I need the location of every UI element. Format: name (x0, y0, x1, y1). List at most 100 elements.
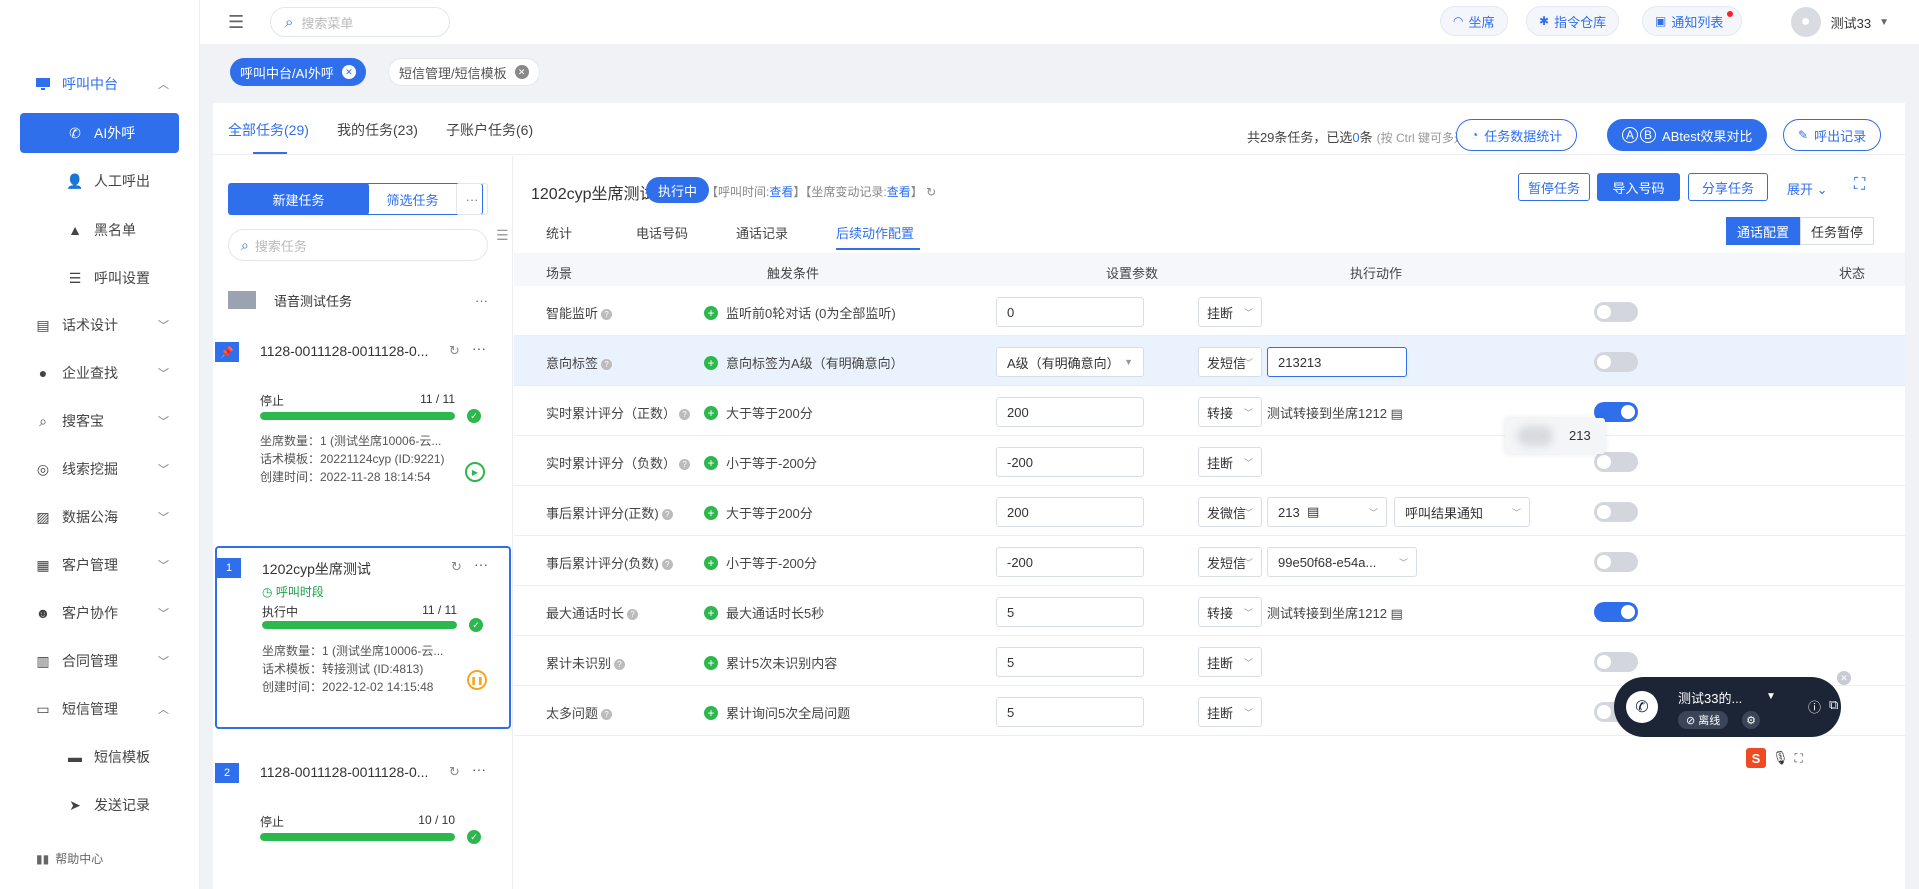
plus-icon[interactable]: + (704, 705, 718, 720)
help-icon[interactable]: ? (614, 659, 626, 670)
more-icon[interactable]: ··· (472, 340, 486, 356)
doc-icon[interactable]: ▤ (1391, 406, 1403, 421)
param-input[interactable]: -200 (996, 447, 1144, 477)
doc-icon[interactable]: ▤ (1391, 606, 1403, 621)
pause-icon[interactable]: ❚❚ (467, 670, 487, 690)
phone-icon[interactable]: ✆ (1626, 691, 1658, 723)
help-icon[interactable]: ? (601, 709, 613, 720)
status-toggle[interactable] (1594, 552, 1638, 572)
sidebar-item-send-records[interactable]: ➤ 发送记录 (0, 785, 199, 825)
page-tag-sms-template[interactable]: 短信管理/短信模板 ✕ (388, 58, 540, 86)
sidebar-item-customer-mgmt[interactable]: ▦ 客户管理 ﹀ (0, 545, 199, 585)
refresh-icon[interactable]: ↻ (451, 559, 462, 575)
seg-task-pause[interactable]: 任务暂停 (1800, 217, 1875, 245)
group-more-icon[interactable]: ··· (475, 293, 488, 308)
help-icon[interactable]: ? (661, 509, 673, 520)
sidebar-item-manual-call[interactable]: 👤 人工呼出 (0, 161, 199, 201)
param-input[interactable]: 0 (996, 297, 1144, 327)
expand-icon[interactable]: ⧉ (1829, 697, 1838, 713)
page-tag-ai-call[interactable]: 呼叫中台/AI外呼 ✕ (230, 58, 366, 86)
microphone-icon[interactable]: 🎙 (1772, 750, 1789, 766)
action-select[interactable]: 发微信 ﹀ (1198, 497, 1262, 527)
user-menu[interactable]: ● 测试33 ▼ (1790, 6, 1889, 38)
action-select[interactable]: 转接 ﹀ (1198, 397, 1262, 427)
help-icon[interactable]: ? (601, 309, 613, 320)
import-numbers-button[interactable]: 导入号码 (1597, 173, 1680, 201)
share-task-button[interactable]: 分享任务 (1688, 173, 1768, 201)
task-group-header[interactable]: 语音测试任务 ··· (228, 290, 488, 310)
sidebar-item-sms-mgmt[interactable]: ▭ 短信管理 ︿ (0, 689, 199, 729)
softphone-widget[interactable]: ✆ 测试33的... ▼ ⊘ 离线 ⚙ ⓘ ⧉ (1614, 677, 1841, 737)
sidebar-item-ai-call[interactable]: ✆ AI外呼 (20, 113, 179, 153)
abtest-button[interactable]: A B ABtest效果对比 (1607, 119, 1768, 151)
tab-call-records[interactable]: 通话记录 (736, 223, 788, 242)
sms-template-select[interactable]: 213213 (1267, 347, 1407, 377)
param-input[interactable]: 5 (996, 597, 1144, 627)
sms-template-select[interactable]: 99e50f68-e54a... ﹀ (1267, 547, 1417, 577)
action-select[interactable]: 转接 ﹀ (1198, 597, 1262, 627)
plus-icon[interactable]: + (704, 605, 718, 620)
help-icon[interactable]: ? (601, 359, 613, 370)
info-icon[interactable]: ⓘ (1808, 697, 1821, 716)
tab-my-tasks[interactable]: 我的任务(23) (337, 120, 418, 140)
plus-icon[interactable]: + (704, 405, 718, 420)
tab-follow-up-actions[interactable]: 后续动作配置 (836, 223, 914, 242)
close-icon[interactable]: ✕ (514, 65, 529, 79)
action-select[interactable]: 挂断 ﹀ (1198, 447, 1262, 477)
plus-icon[interactable]: + (704, 555, 718, 570)
param-input[interactable]: A级（有明确意向） ▼ (996, 347, 1144, 377)
task-card-selected[interactable]: 1 1202cyp坐席测试 ↻ ··· ◷ 呼叫时段 执行中 11 / 11 ✓ … (215, 546, 511, 729)
refresh-icon[interactable]: ↻ (449, 343, 460, 359)
close-icon[interactable]: ✕ (341, 65, 356, 79)
help-icon[interactable]: ? (661, 559, 673, 570)
plus-icon[interactable]: + (704, 355, 718, 370)
sidebar-item-call-settings[interactable]: ☰ 呼叫设置 (0, 258, 199, 298)
more-button[interactable]: ··· (456, 183, 488, 215)
status-toggle[interactable] (1594, 302, 1638, 322)
param-input[interactable]: 5 (996, 697, 1144, 727)
sogou-ime-icon[interactable]: S (1746, 748, 1766, 768)
sidebar-item-lead-mining[interactable]: ◎ 线索挖掘 ﹀ (0, 449, 199, 489)
status-toggle[interactable] (1594, 652, 1638, 672)
screenshot-icon[interactable]: ⛶ (1795, 751, 1803, 766)
sidebar-item-call-center[interactable]: 呼叫中台 ︿ (0, 64, 199, 104)
action-select[interactable]: 挂断 ﹀ (1198, 647, 1262, 677)
sidebar-item-soukebao[interactable]: ⌕ 搜客宝 ﹀ (0, 401, 199, 441)
notify-select[interactable]: 呼叫结果通知 ﹀ (1394, 497, 1530, 527)
tab-phone-numbers[interactable]: 电话号码 (636, 223, 688, 242)
more-icon[interactable]: ··· (472, 761, 486, 777)
sidebar-item-customer-collab[interactable]: ☻ 客户协作 ﹀ (0, 593, 199, 633)
status-toggle[interactable] (1594, 502, 1638, 522)
gear-icon[interactable]: ⚙ (1742, 711, 1760, 729)
help-center-link[interactable]: ▮▮ 帮助中心 (36, 850, 103, 867)
sidebar-item-data-sea[interactable]: ▨ 数据公海 ﹀ (0, 497, 199, 537)
seg-call-config[interactable]: 通话配置 (1726, 217, 1801, 245)
menu-collapse-icon[interactable]: ☰ (228, 12, 244, 33)
tab-all-tasks[interactable]: 全部任务(29) (228, 120, 309, 140)
task-stats-button[interactable]: ◔ 任务数据统计 (1456, 119, 1578, 151)
instruction-store-button[interactable]: ✱ 指令仓库 (1526, 6, 1620, 36)
pause-task-button[interactable]: 暂停任务 (1518, 173, 1590, 201)
seat-button[interactable]: ◠ 坐席 (1440, 6, 1508, 36)
action-select[interactable]: 发短信 ﹀ (1198, 547, 1262, 577)
status-toggle[interactable] (1594, 452, 1638, 472)
call-records-button[interactable]: ✎ 呼出记录 (1783, 119, 1882, 151)
menu-search-input[interactable]: ⌕ 搜索菜单 (270, 7, 450, 37)
tab-statistics[interactable]: 统计 (546, 223, 572, 242)
sidebar-item-script-design[interactable]: ▤ 话术设计 ﹀ (0, 305, 199, 345)
notice-list-button[interactable]: ▣ 通知列表 (1642, 6, 1743, 36)
action-select[interactable]: 挂断 ﹀ (1198, 297, 1262, 327)
param-input[interactable]: 200 (996, 397, 1144, 427)
template-select[interactable]: 213 ▤ ﹀ (1267, 497, 1387, 527)
refresh-icon[interactable]: ↻ (449, 764, 460, 780)
play-icon[interactable]: ▶ (465, 462, 485, 482)
param-input[interactable]: -200 (996, 547, 1144, 577)
sidebar-item-contract-mgmt[interactable]: ▥ 合同管理 ﹀ (0, 641, 199, 681)
sidebar-item-company-search[interactable]: ● 企业查找 ﹀ (0, 353, 199, 393)
plus-icon[interactable]: + (704, 655, 718, 670)
fullscreen-icon[interactable]: ⛶ (1854, 176, 1865, 194)
close-icon[interactable]: ✕ (1837, 671, 1851, 685)
sidebar-item-blacklist[interactable]: ▲ 黑名单 (0, 210, 199, 250)
help-icon[interactable]: ? (679, 459, 691, 470)
plus-icon[interactable]: + (704, 305, 718, 320)
